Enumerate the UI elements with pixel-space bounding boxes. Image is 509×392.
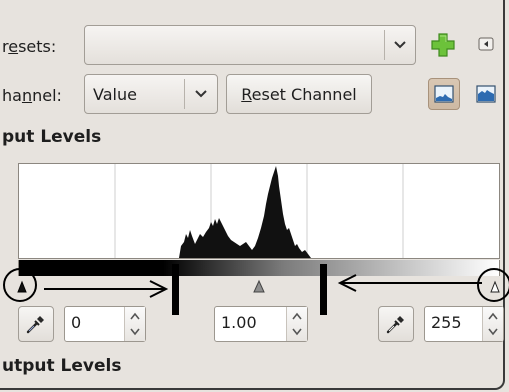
- high-input-value: 255: [431, 313, 462, 332]
- chevron-down-icon: [187, 75, 215, 113]
- spin-arrows[interactable]: [286, 307, 307, 341]
- linear-histogram-button[interactable]: [428, 78, 460, 110]
- low-input-value: 0: [71, 313, 82, 332]
- plus-icon: [431, 33, 455, 57]
- logarithmic-histogram-icon: [476, 85, 496, 103]
- high-input-spinbutton[interactable]: 255: [424, 306, 504, 342]
- presets-combo[interactable]: [84, 25, 416, 65]
- linear-histogram-icon: [434, 85, 454, 103]
- presets-menu-button[interactable]: [474, 32, 498, 56]
- low-input-spinbutton[interactable]: 0: [64, 306, 146, 342]
- add-preset-button[interactable]: [428, 30, 458, 60]
- gamma-spinbutton[interactable]: 1.00: [214, 306, 308, 342]
- histogram-graph: [114, 164, 404, 258]
- high-picker-button[interactable]: [378, 306, 414, 342]
- spin-arrows[interactable]: [482, 307, 503, 341]
- eyedropper-icon: [26, 316, 44, 334]
- eyedropper-icon: [386, 316, 404, 334]
- menu-arrow-icon: [478, 37, 494, 51]
- log-histogram-button[interactable]: [470, 78, 502, 110]
- chevron-down-icon: [386, 26, 414, 64]
- channel-label: hannel:: [2, 86, 62, 105]
- reset-channel-button[interactable]: Reset Channel: [226, 74, 372, 114]
- gamma-value: 1.00: [221, 313, 257, 332]
- spin-arrows[interactable]: [124, 307, 145, 341]
- presets-label: resets:: [2, 37, 57, 56]
- reset-channel-label: Reset Channel: [241, 84, 357, 104]
- output-levels-title: utput Levels: [2, 356, 122, 376]
- low-picker-button[interactable]: [18, 306, 54, 342]
- levels-dialog: resets: hannel: Value Reset Channel put …: [0, 0, 509, 390]
- channel-combo[interactable]: Value: [84, 74, 218, 114]
- input-levels-title: put Levels: [2, 127, 102, 147]
- histogram-view[interactable]: [18, 163, 500, 259]
- channel-value: Value: [93, 85, 137, 104]
